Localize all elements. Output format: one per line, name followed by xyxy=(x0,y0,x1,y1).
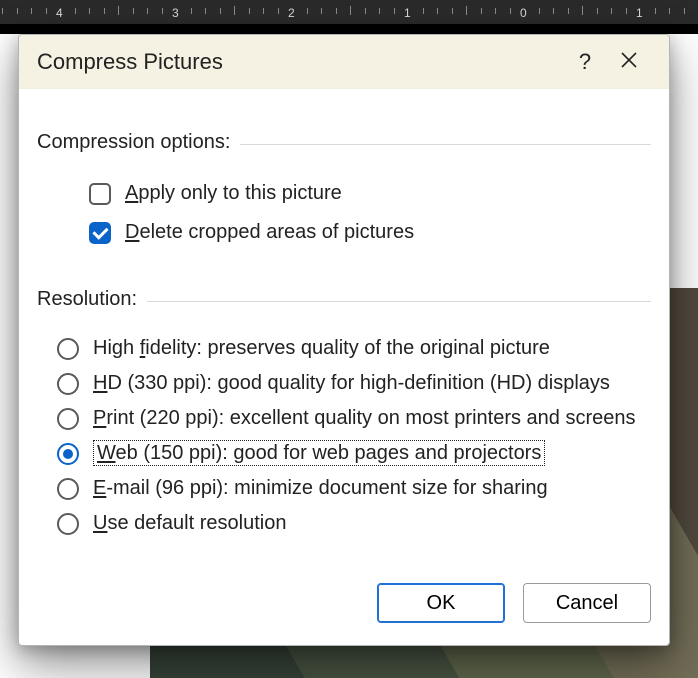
resolution-label-web: Web (150 ppi): good for web pages and pr… xyxy=(93,442,545,465)
ruler-label: 2 xyxy=(288,6,295,20)
resolution-option-high[interactable]: High fidelity: preserves quality of the … xyxy=(37,331,651,366)
compression-options-label: Compression options: xyxy=(37,131,230,154)
dialog-footer: OK Cancel xyxy=(19,563,669,645)
delete-cropped-option[interactable]: Delete cropped areas of pictures xyxy=(37,213,651,252)
ruler-label: 1 xyxy=(636,6,643,20)
resolution-options: High fidelity: preserves quality of the … xyxy=(37,331,651,541)
horizontal-ruler: 4 3 2 1 0 1 xyxy=(0,0,698,24)
dialog-titlebar: Compress Pictures ? xyxy=(19,35,669,89)
close-button[interactable] xyxy=(607,49,651,75)
apply-only-label: Apply only to this picture xyxy=(125,182,342,205)
resolution-radio-web[interactable] xyxy=(57,443,79,465)
close-icon xyxy=(620,51,638,69)
compress-pictures-dialog: Compress Pictures ? Compression options:… xyxy=(18,34,670,646)
apply-only-checkbox[interactable] xyxy=(89,183,111,205)
delete-cropped-label: Delete cropped areas of pictures xyxy=(125,221,414,244)
ok-button[interactable]: OK xyxy=(377,583,505,623)
ruler-ticks: 4 3 2 1 0 1 xyxy=(0,0,698,24)
resolution-label-high: High fidelity: preserves quality of the … xyxy=(93,337,550,360)
ruler-edge xyxy=(0,24,698,34)
resolution-option-default[interactable]: Use default resolution xyxy=(37,506,651,541)
resolution-label-email: E-mail (96 ppi): minimize document size … xyxy=(93,477,548,500)
resolution-radio-hd[interactable] xyxy=(57,373,79,395)
resolution-radio-default[interactable] xyxy=(57,513,79,535)
resolution-radio-high[interactable] xyxy=(57,338,79,360)
ruler-label: 4 xyxy=(56,6,63,20)
resolution-label-hd: HD (330 ppi): good quality for high-defi… xyxy=(93,372,610,395)
help-button[interactable]: ? xyxy=(563,49,607,75)
ruler-label: 1 xyxy=(404,6,411,20)
resolution-option-email[interactable]: E-mail (96 ppi): minimize document size … xyxy=(37,471,651,506)
compression-options-header: Compression options: xyxy=(37,117,651,166)
resolution-option-web[interactable]: Web (150 ppi): good for web pages and pr… xyxy=(37,436,651,471)
dialog-title: Compress Pictures xyxy=(37,49,563,75)
resolution-radio-email[interactable] xyxy=(57,478,79,500)
resolution-label-print: Print (220 ppi): excellent quality on mo… xyxy=(93,407,636,430)
ruler-label: 0 xyxy=(520,6,527,20)
resolution-label: Resolution: xyxy=(37,288,137,311)
resolution-option-print[interactable]: Print (220 ppi): excellent quality on mo… xyxy=(37,401,651,436)
apply-only-option[interactable]: Apply only to this picture xyxy=(37,174,651,213)
resolution-label-default: Use default resolution xyxy=(93,512,286,535)
ruler-label: 3 xyxy=(172,6,179,20)
resolution-header: Resolution: xyxy=(37,274,651,323)
resolution-radio-print[interactable] xyxy=(57,408,79,430)
resolution-option-hd[interactable]: HD (330 ppi): good quality for high-defi… xyxy=(37,366,651,401)
delete-cropped-checkbox[interactable] xyxy=(89,222,111,244)
dialog-body: Compression options: Apply only to this … xyxy=(19,89,669,563)
cancel-button[interactable]: Cancel xyxy=(523,583,651,623)
